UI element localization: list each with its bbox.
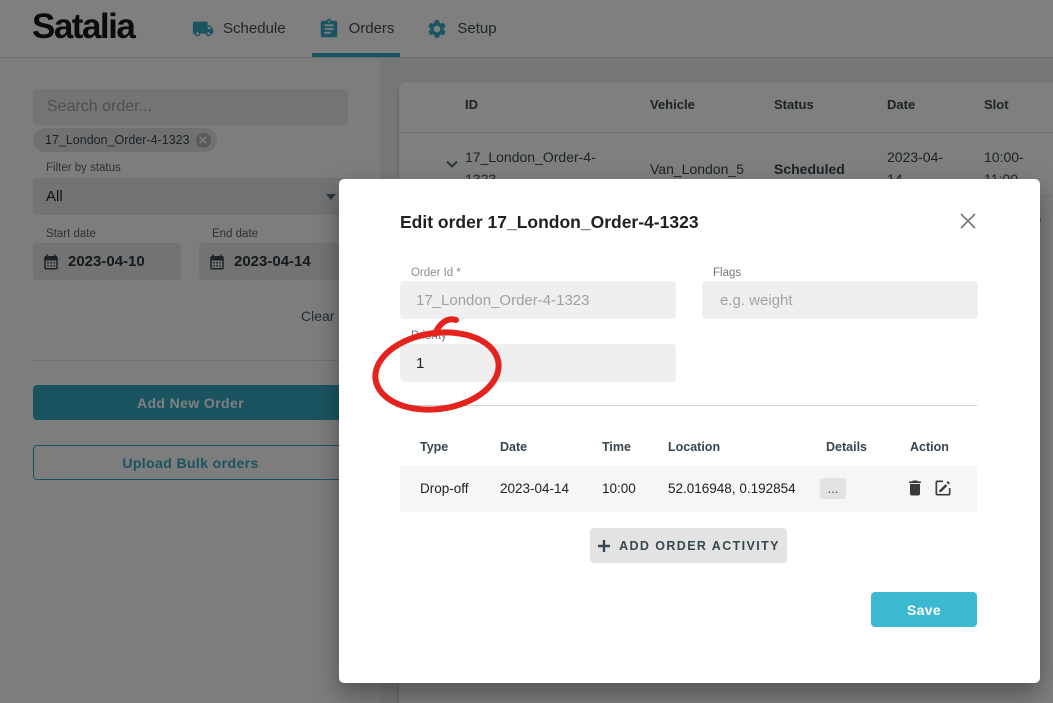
activity-date: 2023-04-14 xyxy=(500,481,569,496)
activity-location: 52.016948, 0.192854 xyxy=(668,481,796,496)
act-col-action: Action xyxy=(910,440,949,454)
plus-icon xyxy=(597,539,611,553)
activity-row: Drop-off 2023-04-14 10:00 52.016948, 0.1… xyxy=(400,466,977,512)
activity-time: 10:00 xyxy=(602,481,636,496)
activity-type: Drop-off xyxy=(420,481,469,496)
trash-icon[interactable] xyxy=(905,478,925,498)
modal-title: Edit order 17_London_Order-4-1323 xyxy=(400,212,699,233)
close-icon[interactable] xyxy=(957,210,979,232)
priority-label: Priority xyxy=(411,330,447,342)
flags-field[interactable] xyxy=(718,291,978,310)
flags-field-wrap xyxy=(702,281,978,319)
act-col-details: Details xyxy=(826,440,867,454)
order-id-label: Order Id * xyxy=(411,267,461,279)
app-root: Satalia Schedule Orders Setup 17_London_… xyxy=(0,0,1053,703)
add-order-activity-button[interactable]: ADD ORDER ACTIVITY xyxy=(590,528,787,563)
order-id-value: 17_London_Order-4-1323 xyxy=(416,292,589,309)
act-col-type: Type xyxy=(420,440,448,454)
act-col-time: Time xyxy=(602,440,631,454)
edit-icon[interactable] xyxy=(933,478,953,498)
priority-value: 1 xyxy=(416,355,424,372)
act-col-date: Date xyxy=(500,440,527,454)
flags-label: Flags xyxy=(713,267,741,279)
add-order-activity-label: ADD ORDER ACTIVITY xyxy=(619,539,780,553)
activity-details-button[interactable]: ... xyxy=(820,478,846,499)
edit-order-modal: Edit order 17_London_Order-4-1323 Order … xyxy=(339,179,1040,683)
act-col-location: Location xyxy=(668,440,720,454)
save-button[interactable]: Save xyxy=(871,592,977,627)
modal-divider xyxy=(400,405,977,406)
order-id-field[interactable]: 17_London_Order-4-1323 xyxy=(400,281,676,319)
priority-field[interactable]: 1 xyxy=(400,344,676,382)
